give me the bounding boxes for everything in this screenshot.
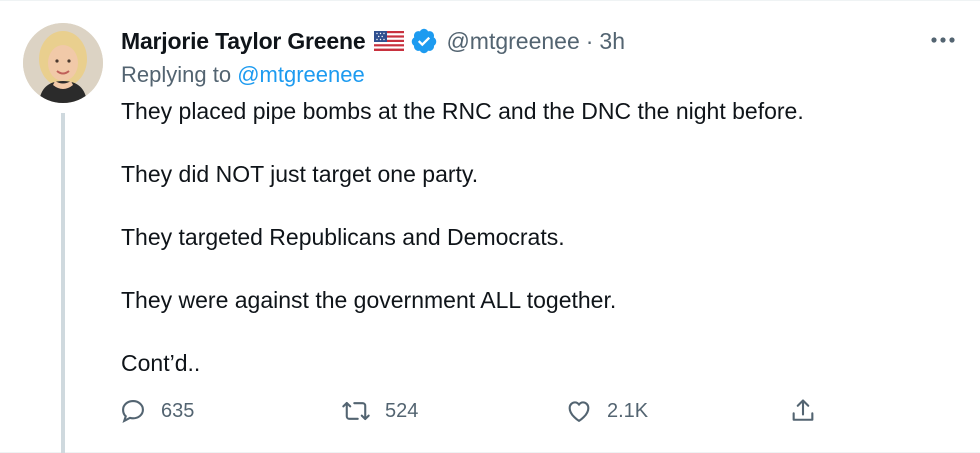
tweet-header: Marjorie Taylor Greene @mtgreenee · 3h	[121, 21, 625, 61]
replying-to: Replying to @mtgreenee	[121, 62, 365, 88]
tweet-paragraph: They were against the government ALL tog…	[121, 287, 617, 313]
retweet-button[interactable]: 524	[341, 393, 418, 429]
us-flag-icon	[374, 31, 405, 51]
tweet-paragraph: Cont’d..	[121, 350, 201, 376]
author-name[interactable]: Marjorie Taylor Greene	[121, 28, 366, 55]
avatar-image	[23, 23, 103, 103]
tweet-paragraph: They placed pipe bombs at the RNC and th…	[121, 98, 804, 124]
share-icon	[789, 397, 817, 425]
tweet-paragraph: They did NOT just target one party.	[121, 161, 479, 187]
reply-icon	[119, 397, 147, 425]
reply-count: 635	[161, 399, 195, 422]
tweet-card[interactable]: Marjorie Taylor Greene @mtgreenee · 3h R…	[0, 0, 980, 453]
tweet-paragraph: They targeted Republicans and Democrats.	[121, 224, 565, 250]
reply-button[interactable]: 635	[119, 393, 194, 429]
replying-to-handle[interactable]: @mtgreenee	[237, 62, 365, 87]
like-button[interactable]: 2.1K	[565, 393, 648, 429]
action-bar: 635 524 2.1K	[119, 393, 839, 429]
author-handle[interactable]: @mtgreenee	[446, 28, 579, 55]
verified-badge-icon	[410, 27, 438, 55]
retweet-count: 524	[385, 399, 419, 422]
thread-line	[61, 113, 65, 453]
replying-to-label: Replying to	[121, 62, 232, 87]
avatar[interactable]	[23, 23, 103, 103]
share-button[interactable]	[789, 393, 817, 429]
timestamp[interactable]: 3h	[599, 28, 625, 55]
like-count: 2.1K	[607, 399, 649, 422]
tweet-text: They placed pipe bombs at the RNC and th…	[121, 95, 941, 410]
separator-dot: ·	[585, 27, 594, 54]
heart-icon	[565, 397, 593, 425]
retweet-icon	[341, 397, 371, 425]
more-options-icon[interactable]	[926, 25, 960, 55]
